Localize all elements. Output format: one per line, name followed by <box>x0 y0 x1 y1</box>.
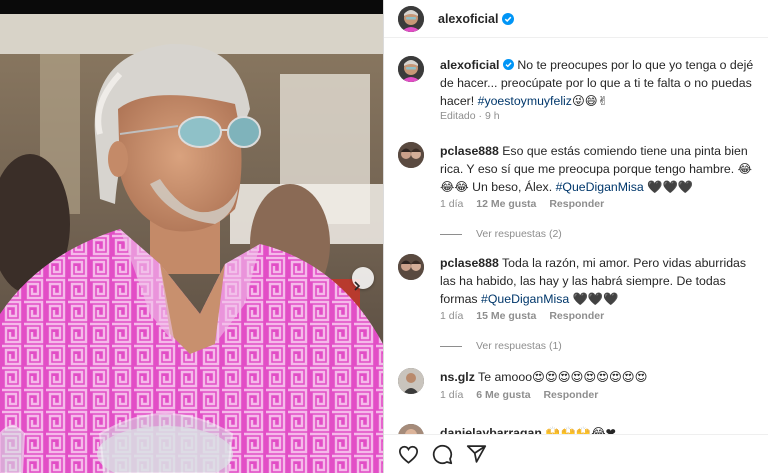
caption-hashtag[interactable]: #yoestoymuyfeliz <box>478 94 572 108</box>
avatar[interactable] <box>398 254 424 280</box>
post-photo[interactable] <box>0 0 383 473</box>
caption-meta: Editado · 9 h <box>440 110 510 122</box>
avatar-image <box>398 368 424 394</box>
post-caption: alexoficial No te preocupes por lo que y… <box>398 44 758 136</box>
chevron-right-icon <box>354 281 361 291</box>
comment-time[interactable]: 1 día <box>440 310 463 322</box>
reply-button[interactable]: Responder <box>543 389 598 401</box>
verified-badge-icon <box>502 59 514 70</box>
comment-item: ns.glz Te amooo😍😍😍😍😍😍😍😍😍 1 día 6 Me gust… <box>398 356 758 416</box>
post-author-username[interactable]: alexoficial <box>438 12 498 26</box>
comment-body: 🙌🙌🙌😂❤ <box>545 426 616 434</box>
comment-text: pclase888 Toda la razón, mi amor. Pero v… <box>440 254 758 308</box>
caption-emojis: 😜😄✌ <box>571 94 608 108</box>
avatar-image <box>398 56 424 82</box>
comment-username[interactable]: pclase888 <box>440 256 499 270</box>
comment-icon[interactable] <box>432 444 453 465</box>
comment-username[interactable]: pclase888 <box>440 144 499 158</box>
avatar[interactable] <box>398 368 424 394</box>
avatar[interactable] <box>398 5 424 32</box>
comment-item: pclase888 Eso que estás comiendo tiene u… <box>398 130 758 250</box>
comment-meta: 1 día 12 Me gusta Responder <box>440 198 614 210</box>
share-icon[interactable] <box>466 444 487 464</box>
avatar-image <box>398 424 424 434</box>
avatar[interactable] <box>398 56 424 82</box>
post-actions-bar <box>384 434 768 473</box>
heart-icon[interactable] <box>398 445 419 464</box>
comment-text: ns.glz Te amooo😍😍😍😍😍😍😍😍😍 <box>440 368 758 386</box>
comment-username[interactable]: ns.glz <box>440 370 475 384</box>
view-replies-label: Ver respuestas (1) <box>476 340 562 352</box>
caption-text: alexoficial No te preocupes por lo que y… <box>440 56 758 110</box>
comment-item: pclase888 Toda la razón, mi amor. Pero v… <box>398 242 758 362</box>
comment-meta: 1 día 6 Me gusta Responder <box>440 389 608 401</box>
reply-button[interactable]: Responder <box>549 198 604 210</box>
view-replies-label: Ver respuestas (2) <box>476 228 562 240</box>
comment-item: danielaybarragan 🙌🙌🙌😂❤ <box>398 412 758 434</box>
comment-meta: 1 día 15 Me gusta Responder <box>440 310 614 322</box>
comment-suffix: 🖤🖤🖤 <box>572 292 619 306</box>
next-photo-button[interactable] <box>352 267 374 291</box>
photo-top-bar <box>0 0 383 14</box>
view-replies-button[interactable]: Ver respuestas (1) <box>440 340 562 352</box>
comment-likes[interactable]: 6 Me gusta <box>476 389 530 401</box>
comment-body: Te amooo😍😍😍😍😍😍😍😍😍 <box>478 370 648 384</box>
comment-text: danielaybarragan 🙌🙌🙌😂❤ <box>440 424 758 434</box>
post-side-panel: alexoficial alexoficial No te preocupes … <box>383 0 768 473</box>
comment-likes[interactable]: 12 Me gusta <box>476 198 536 210</box>
comment-suffix: 🖤🖤🖤 <box>647 180 694 194</box>
avatar-image <box>398 254 424 280</box>
comment-hashtag[interactable]: #QueDiganMisa <box>556 180 644 194</box>
replies-divider <box>440 345 462 347</box>
reply-button[interactable]: Responder <box>549 310 604 322</box>
comment-likes[interactable]: 15 Me gusta <box>476 310 536 322</box>
comment-username[interactable]: danielaybarragan <box>440 426 542 434</box>
comments-list[interactable]: alexoficial No te preocupes por lo que y… <box>384 44 768 434</box>
replies-divider <box>440 233 462 235</box>
comment-text: pclase888 Eso que estás comiendo tiene u… <box>440 142 758 196</box>
verified-badge-icon <box>502 12 515 25</box>
avatar-image <box>398 142 424 168</box>
edited-timestamp[interactable]: Editado · 9 h <box>440 110 500 122</box>
avatar[interactable] <box>398 424 424 434</box>
view-replies-button[interactable]: Ver respuestas (2) <box>440 228 562 240</box>
comment-time[interactable]: 1 día <box>440 389 463 401</box>
comment-hashtag[interactable]: #QueDiganMisa <box>481 292 569 306</box>
post-image <box>0 14 383 473</box>
caption-username[interactable]: alexoficial <box>440 58 499 72</box>
avatar-image <box>398 5 424 32</box>
avatar[interactable] <box>398 142 424 168</box>
comment-time[interactable]: 1 día <box>440 198 463 210</box>
post-header: alexoficial <box>384 0 768 38</box>
